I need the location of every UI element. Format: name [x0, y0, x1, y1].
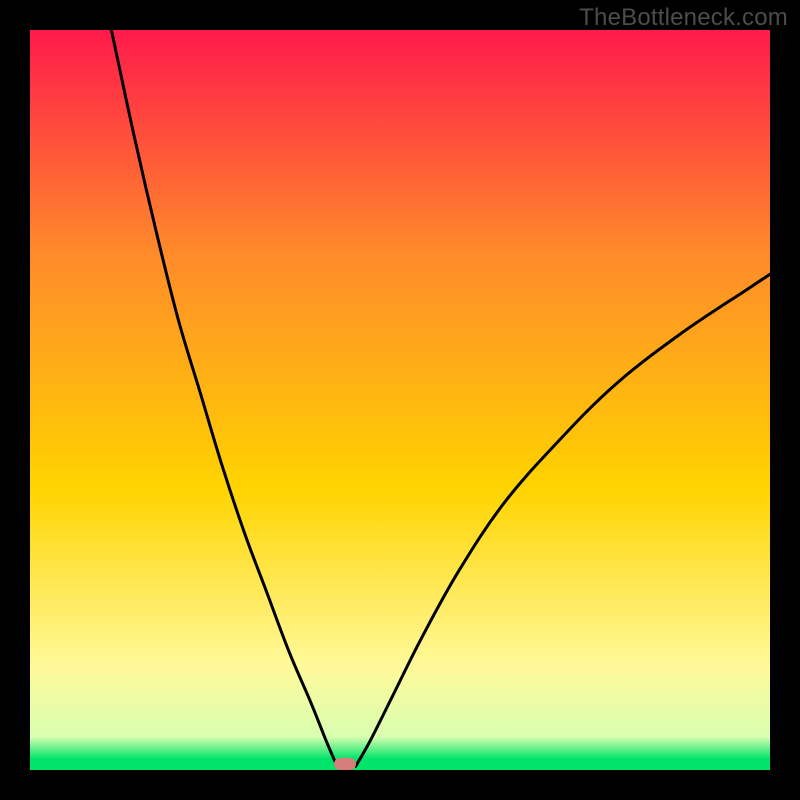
bottleneck-curve — [30, 30, 770, 770]
curve-left-path — [111, 30, 337, 766]
chart-frame: TheBottleneck.com — [0, 0, 800, 800]
watermark-text: TheBottleneck.com — [579, 4, 788, 32]
plot-area — [30, 30, 770, 770]
optimal-point-marker — [334, 758, 356, 770]
curve-right-path — [356, 274, 770, 766]
